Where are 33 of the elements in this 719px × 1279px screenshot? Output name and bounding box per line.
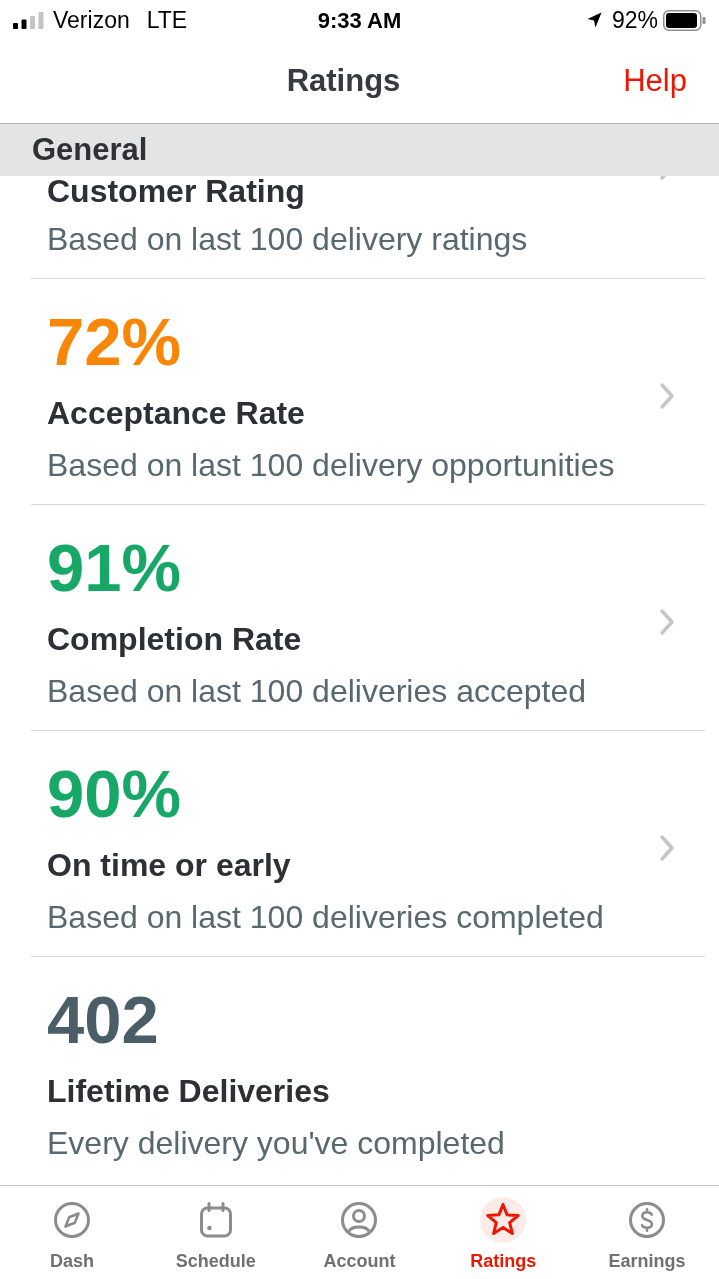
carrier-name: Verizon xyxy=(53,7,130,33)
list-row[interactable]: Customer Rating Based on last 100 delivery ratings xyxy=(31,176,705,279)
tab-item[interactable]: Ratings xyxy=(431,1186,576,1279)
dollar-icon xyxy=(628,1201,667,1239)
metric-description: Based on last 100 deliveries accepted xyxy=(47,673,586,709)
metric-description: Based on last 100 delivery opportunities xyxy=(47,447,615,483)
compass-icon xyxy=(52,1201,91,1239)
metric-value: 72% xyxy=(47,309,182,375)
metric-value: 402 xyxy=(47,987,159,1053)
metric-value: 91% xyxy=(47,535,182,601)
metric-description: Based on last 100 deliveries completed xyxy=(47,899,604,935)
tab-item[interactable]: Earnings xyxy=(575,1186,719,1279)
section-header: General xyxy=(0,124,719,176)
tab-item[interactable]: Dash xyxy=(0,1186,144,1279)
page-title: Ratings xyxy=(286,62,401,99)
list-row[interactable]: 72% Acceptance Rate Based on last 100 delivery opportunities xyxy=(31,279,705,505)
metric-description: Every delivery you've completed xyxy=(47,1125,505,1161)
battery-percent: 92% xyxy=(611,7,658,33)
location-arrow-icon xyxy=(586,12,602,28)
network-type: LTE xyxy=(146,7,188,33)
person-icon xyxy=(340,1201,379,1239)
list-row[interactable]: 90% On time or early Based on last 100 deliveries completed xyxy=(31,731,705,957)
status-time: 9:33 AM xyxy=(317,7,402,33)
tab-item[interactable]: Account xyxy=(287,1186,432,1279)
tab-item[interactable]: Schedule xyxy=(143,1186,288,1279)
list-row[interactable]: 402 Lifetime Deliveries Every delivery you've completed xyxy=(31,957,705,1182)
battery-icon xyxy=(663,9,706,31)
metric-value: 90% xyxy=(47,761,182,827)
signal-icon xyxy=(13,11,44,29)
list-row[interactable]: 91% Completion Rate Based on last 100 deliveries accepted xyxy=(31,505,705,731)
metric-title: Lifetime Deliveries xyxy=(47,1076,330,1106)
help-link[interactable]: Help xyxy=(623,62,687,99)
metric-description: Based on last 100 delivery ratings xyxy=(47,221,528,257)
